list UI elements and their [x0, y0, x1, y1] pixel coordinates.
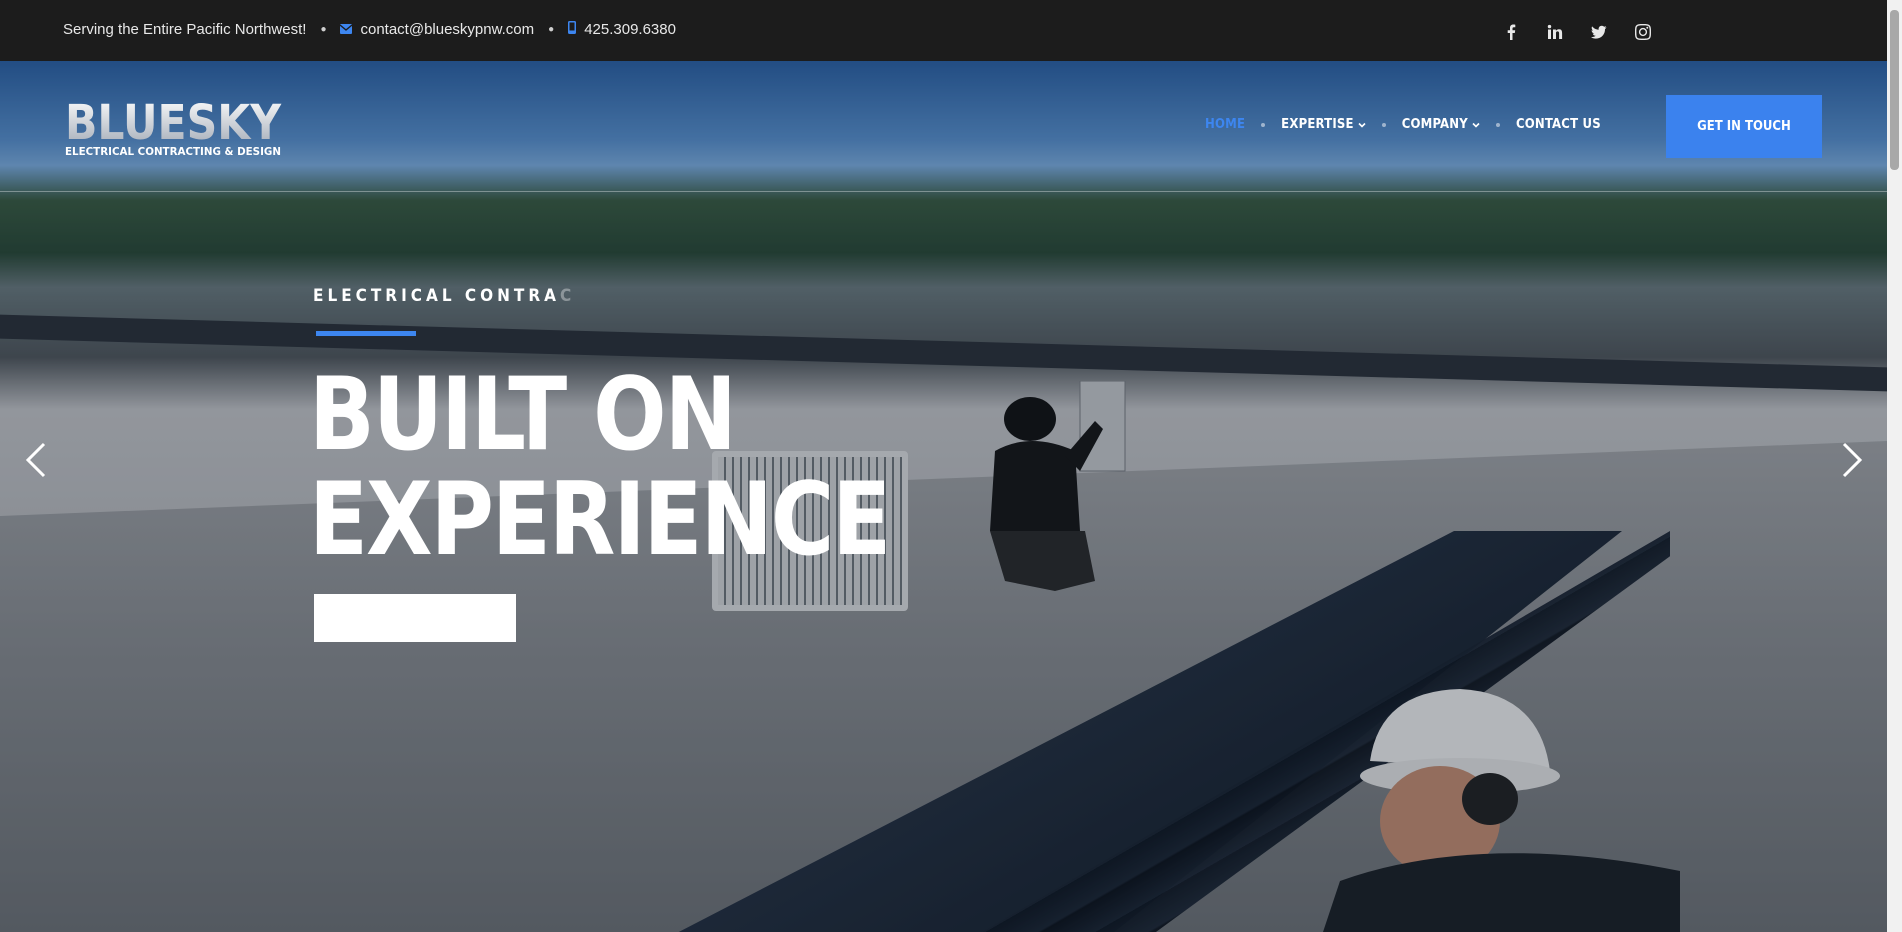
mail-icon — [340, 21, 353, 38]
nav-item-company[interactable]: Company — [1402, 117, 1480, 132]
chevron-down-icon — [1358, 122, 1366, 128]
scrollbar-thumb[interactable] — [1890, 10, 1899, 170]
separator-dot: ● — [320, 24, 327, 35]
slide-eyebrow: ELECTRICAL CONTRAC — [313, 286, 575, 306]
facebook-icon[interactable] — [1503, 24, 1523, 44]
social-links — [1503, 24, 1655, 44]
slide-headline: BUILT ON EXPERIENCE — [309, 362, 909, 572]
headline-line-1: BUILT ON — [309, 355, 737, 474]
slider-next-arrow[interactable] — [1838, 440, 1866, 480]
twitter-icon[interactable] — [1591, 24, 1611, 44]
separator-dot: ● — [548, 24, 555, 35]
contact-strip: Serving the Entire Pacific Northwest! ● … — [63, 21, 676, 38]
chevron-down-icon — [1472, 122, 1480, 128]
linkedin-icon[interactable] — [1547, 24, 1567, 44]
nav-item-home[interactable]: Home — [1205, 117, 1245, 132]
nav-separator — [1261, 122, 1266, 127]
headline-line-2: EXPERIENCE — [309, 460, 891, 579]
email-link[interactable]: contact@blueskypnw.com — [360, 21, 534, 38]
instagram-icon[interactable] — [1635, 24, 1655, 44]
nav-item-expertise[interactable]: Expertise — [1281, 117, 1366, 132]
slider-prev-arrow[interactable] — [22, 440, 50, 480]
nav-separator — [1495, 122, 1500, 127]
phone-icon — [568, 21, 577, 38]
slide-cta-button[interactable] — [314, 594, 516, 642]
logo-wordmark: BLUESKY — [65, 97, 282, 151]
hero-slider — [0, 61, 1887, 932]
logo-tagline: ELECTRICAL CONTRACTING & DESIGN — [65, 146, 281, 158]
main-nav: Home Expertise Company Contact Us — [1205, 117, 1601, 132]
chevron-right-icon — [1842, 442, 1863, 478]
nav-separator — [1381, 122, 1386, 127]
header-divider — [0, 191, 1887, 192]
slide-eyebrow-text: ELECTRICAL CONTRA — [313, 286, 560, 306]
get-in-touch-button[interactable]: Get in Touch — [1666, 95, 1822, 158]
eyebrow-accent-line — [316, 331, 416, 336]
chevron-left-icon — [25, 442, 46, 478]
service-area-text: Serving the Entire Pacific Northwest! — [63, 21, 307, 38]
phone-link[interactable]: 425.309.6380 — [584, 21, 676, 38]
slide-eyebrow-fading: C — [559, 286, 576, 306]
nav-item-contact-us[interactable]: Contact Us — [1516, 117, 1601, 132]
bluesky-logo[interactable]: BLUESKY ELECTRICAL CONTRACTING & DESIGN — [65, 95, 283, 159]
top-bar: Serving the Entire Pacific Northwest! ● … — [0, 0, 1887, 61]
page-scrollbar[interactable] — [1887, 0, 1902, 932]
